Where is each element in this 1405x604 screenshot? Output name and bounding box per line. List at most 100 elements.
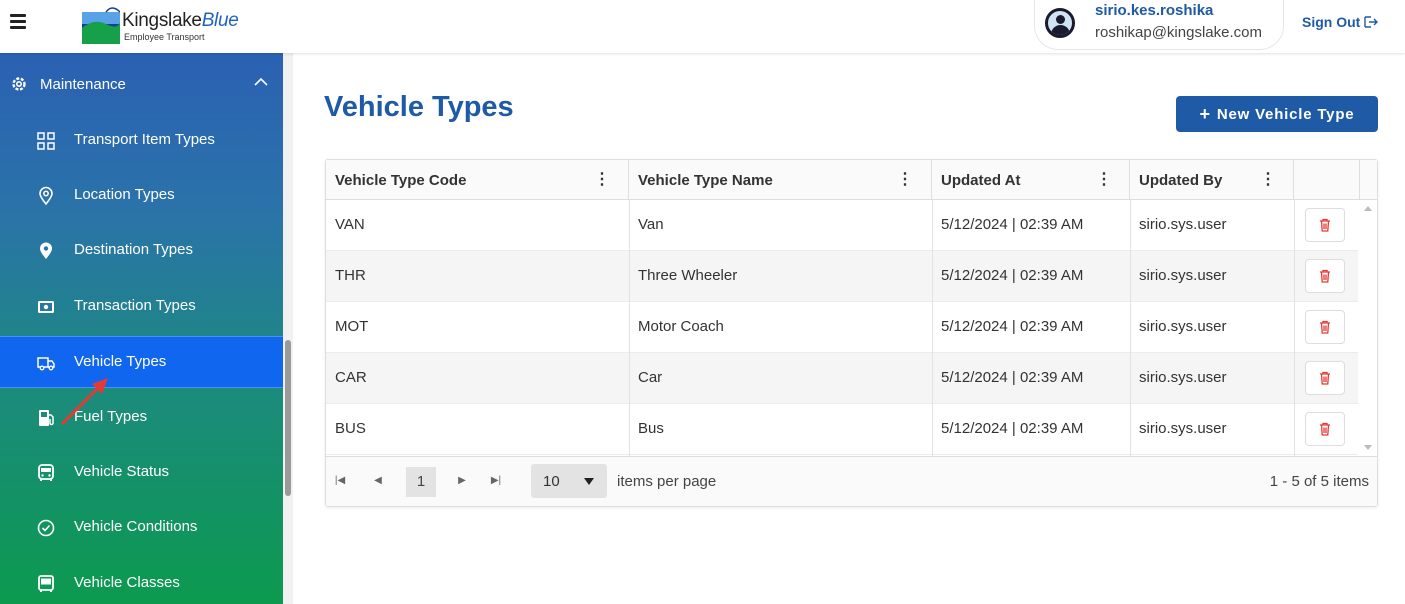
- cell-name: Bus: [638, 420, 664, 437]
- table-row[interactable]: MOT Motor Coach 5/12/2024 | 02:39 AM sir…: [326, 302, 1358, 353]
- column-menu-icon[interactable]: ⋮: [594, 171, 610, 189]
- sidebar-item-transport-item-types[interactable]: Transport Item Types: [0, 115, 283, 167]
- cell-updated-by: sirio.sys.user: [1139, 267, 1227, 284]
- app-header: KingslakeBlue Employee Transport sirio.k…: [0, 0, 1405, 53]
- sidebar-item-label: Vehicle Types: [74, 353, 167, 370]
- cell-updated-at: 5/12/2024 | 02:39 AM: [941, 420, 1084, 437]
- check-circle-icon: [37, 519, 55, 537]
- cell-code: VAN: [335, 216, 365, 233]
- sidebar-item-label: Vehicle Classes: [74, 574, 180, 591]
- user-profile[interactable]: sirio.kes.roshika roshikap@kingslake.com: [1034, 0, 1284, 50]
- scroll-up-icon[interactable]: [1364, 206, 1372, 211]
- next-page-icon[interactable]: ▶: [454, 473, 470, 489]
- sign-out-icon: [1364, 16, 1379, 28]
- cell-updated-by: sirio.sys.user: [1139, 318, 1227, 335]
- sidebar-item-label: Fuel Types: [74, 408, 148, 425]
- cell-updated-by: sirio.sys.user: [1139, 420, 1227, 437]
- cell-updated-by: sirio.sys.user: [1139, 216, 1227, 233]
- pager-info: 1 - 5 of 5 items: [1269, 473, 1369, 490]
- grid-scrollbar[interactable]: [1359, 200, 1377, 456]
- avatar: [1045, 8, 1075, 38]
- sidebar-item-label: Transaction Types: [74, 297, 196, 314]
- sign-out-button[interactable]: Sign Out: [1302, 14, 1379, 30]
- cell-name: Car: [638, 369, 663, 386]
- kingslake-logo[interactable]: KingslakeBlue Employee Transport: [82, 2, 252, 46]
- table-row[interactable]: VAN Van 5/12/2024 | 02:39 AM sirio.sys.u…: [326, 200, 1358, 251]
- column-header-actions: [1294, 160, 1360, 200]
- sidebar-section-maintenance[interactable]: Maintenance: [0, 63, 283, 109]
- truck-icon: [37, 357, 55, 371]
- cell-code: CAR: [335, 369, 367, 386]
- delete-button[interactable]: [1305, 259, 1345, 293]
- pager: |◀ ◀ 1 ▶ ▶| 10 items per page 1 - 5 of 5…: [326, 456, 1377, 506]
- cell-code: MOT: [335, 318, 369, 335]
- cell-updated-at: 5/12/2024 | 02:39 AM: [941, 216, 1084, 233]
- trash-icon: [1320, 218, 1330, 232]
- cell-updated-by: sirio.sys.user: [1139, 369, 1227, 386]
- trash-icon: [1320, 422, 1330, 436]
- scroll-down-icon[interactable]: [1364, 445, 1372, 450]
- delete-button[interactable]: [1305, 208, 1345, 242]
- column-header-vehicle-type-code[interactable]: Vehicle Type Code ⋮: [326, 160, 629, 200]
- page-number-button[interactable]: 1: [406, 467, 436, 497]
- sidebar-scrollbar[interactable]: [283, 53, 293, 604]
- sidebar-item-location-types[interactable]: Location Types: [0, 170, 283, 222]
- grid-header: Vehicle Type Code ⋮ Vehicle Type Name ⋮ …: [326, 160, 1377, 200]
- cell-code: BUS: [335, 420, 366, 437]
- user-email: roshikap@kingslake.com: [1095, 24, 1262, 41]
- bus-icon: [38, 464, 54, 481]
- sidebar-item-label: Transport Item Types: [74, 131, 215, 148]
- bus-front-icon: [38, 575, 54, 592]
- column-divider: [1130, 200, 1131, 456]
- column-divider: [1294, 200, 1295, 456]
- sidebar-scrollbar-thumb[interactable]: [285, 340, 291, 496]
- column-header-updated-by[interactable]: Updated By ⋮: [1130, 160, 1294, 200]
- grid-icon: [37, 132, 55, 150]
- page-size-select[interactable]: 10: [531, 464, 607, 498]
- cell-name: Motor Coach: [638, 318, 724, 335]
- cell-updated-at: 5/12/2024 | 02:39 AM: [941, 369, 1084, 386]
- delete-button[interactable]: [1305, 310, 1345, 344]
- prev-page-icon[interactable]: ◀: [370, 473, 386, 489]
- delete-button[interactable]: [1305, 361, 1345, 395]
- table-row[interactable]: THR Three Wheeler 5/12/2024 | 02:39 AM s…: [326, 251, 1358, 302]
- last-page-icon[interactable]: ▶|: [488, 473, 504, 489]
- sidebar-item-destination-types[interactable]: Destination Types: [0, 225, 283, 277]
- sidebar-item-vehicle-status[interactable]: Vehicle Status: [0, 447, 283, 499]
- table-row[interactable]: BUS Bus 5/12/2024 | 02:39 AM sirio.sys.u…: [326, 404, 1358, 455]
- cell-name: Three Wheeler: [638, 267, 738, 284]
- cell-code: THR: [335, 267, 366, 284]
- column-menu-icon[interactable]: ⋮: [1096, 171, 1112, 189]
- sidebar-item-vehicle-conditions[interactable]: Vehicle Conditions: [0, 502, 283, 554]
- sidebar-item-transaction-types[interactable]: Transaction Types: [0, 281, 283, 333]
- sidebar-item-label: Vehicle Status: [74, 463, 170, 480]
- cell-updated-at: 5/12/2024 | 02:39 AM: [941, 318, 1084, 335]
- hamburger-menu-icon[interactable]: [10, 14, 26, 29]
- cell-name: Van: [638, 216, 664, 233]
- caret-down-icon: [584, 478, 594, 485]
- new-vehicle-type-button[interactable]: + New Vehicle Type: [1176, 96, 1378, 132]
- column-divider: [932, 200, 933, 456]
- user-name: sirio.kes.roshika: [1095, 2, 1214, 19]
- items-per-page-label: items per page: [617, 473, 717, 490]
- chevron-up-icon[interactable]: [252, 73, 270, 91]
- sidebar: Maintenance Transport Item Types Locatio…: [0, 53, 283, 604]
- table-row[interactable]: CAR Car 5/12/2024 | 02:39 AM sirio.sys.u…: [326, 353, 1358, 404]
- trash-icon: [1320, 320, 1330, 334]
- vehicle-types-grid: Vehicle Type Code ⋮ Vehicle Type Name ⋮ …: [325, 159, 1378, 507]
- fuel-pump-icon: [39, 410, 54, 426]
- sidebar-section-label: Maintenance: [40, 76, 126, 93]
- sidebar-item-vehicle-classes[interactable]: Vehicle Classes: [0, 558, 283, 604]
- column-divider: [629, 200, 630, 456]
- column-header-updated-at[interactable]: Updated At ⋮: [932, 160, 1130, 200]
- sidebar-item-label: Vehicle Conditions: [74, 518, 198, 535]
- column-menu-icon[interactable]: ⋮: [897, 171, 913, 189]
- cell-updated-at: 5/12/2024 | 02:39 AM: [941, 267, 1084, 284]
- plus-icon: +: [1199, 104, 1211, 124]
- column-menu-icon[interactable]: ⋮: [1260, 171, 1276, 189]
- column-header-vehicle-type-name[interactable]: Vehicle Type Name ⋮: [629, 160, 932, 200]
- sidebar-item-fuel-types[interactable]: Fuel Types: [0, 392, 283, 444]
- sidebar-item-vehicle-types[interactable]: Vehicle Types: [0, 336, 283, 388]
- first-page-icon[interactable]: |◀: [332, 473, 348, 489]
- delete-button[interactable]: [1305, 412, 1345, 446]
